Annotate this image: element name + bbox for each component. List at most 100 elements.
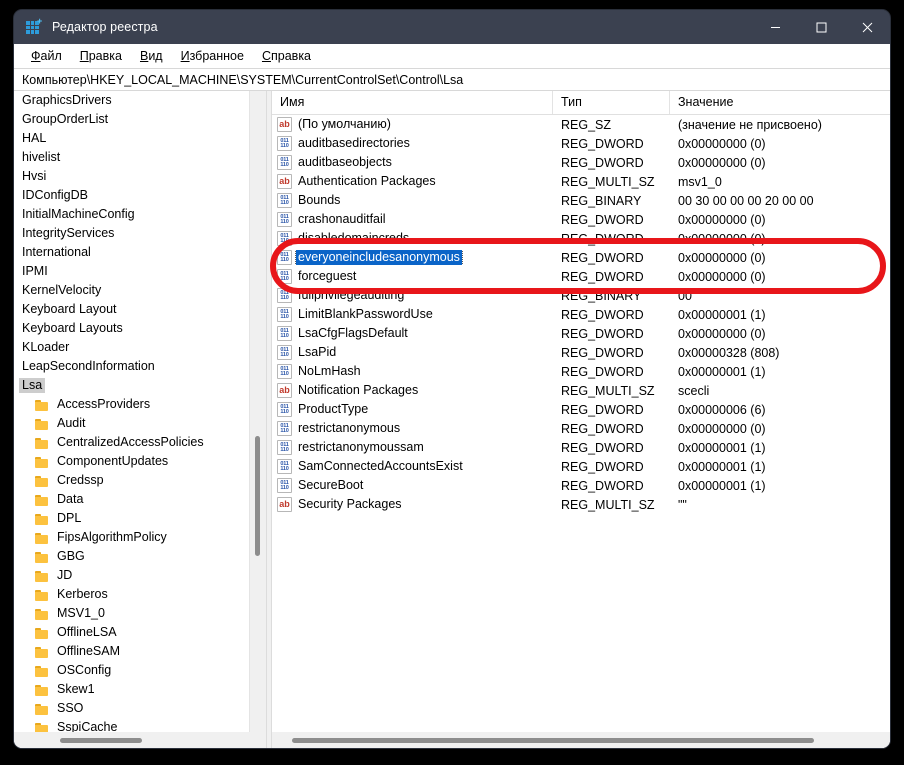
tree-item[interactable]: KernelVelocity <box>14 281 266 300</box>
tree-item[interactable]: GraphicsDrivers <box>14 91 266 110</box>
menu-help[interactable]: Справка <box>253 47 320 65</box>
column-header-value[interactable]: Значение <box>670 91 890 114</box>
menu-edit[interactable]: Правка <box>71 47 131 65</box>
tree-item-label: GraphicsDrivers <box>22 93 112 107</box>
tree-item[interactable]: IDConfigDB <box>14 186 266 205</box>
folder-icon <box>35 551 49 563</box>
tree-item[interactable]: Lsa <box>14 376 266 395</box>
tree-item[interactable]: SspiCache <box>14 718 266 732</box>
tree-item[interactable]: MSV1_0 <box>14 604 266 623</box>
binary-value-icon: 011 110 <box>277 231 292 246</box>
tree-item[interactable]: CentralizedAccessPolicies <box>14 433 266 452</box>
minimize-button[interactable] <box>752 10 798 44</box>
value-name-label: restrictanonymous <box>298 421 401 435</box>
value-row[interactable]: 011 110 forceguest REG_DWORD 0x00000000 (0) <box>272 267 890 286</box>
tree-item[interactable]: IPMI <box>14 262 266 281</box>
tree-item[interactable]: GBG <box>14 547 266 566</box>
window-controls <box>752 10 890 44</box>
value-name-label: everyoneincludesanonymous <box>295 250 463 265</box>
value-row[interactable]: 011 110 SecureBoot REG_DWORD 0x00000001 (1) <box>272 476 890 495</box>
tree-item[interactable]: ComponentUpdates <box>14 452 266 471</box>
tree-item[interactable]: International <box>14 243 266 262</box>
tree-item[interactable]: Keyboard Layout <box>14 300 266 319</box>
tree-item[interactable]: Hvsi <box>14 167 266 186</box>
tree-item[interactable]: HAL <box>14 129 266 148</box>
column-header-type[interactable]: Тип <box>553 91 670 114</box>
value-name-cell: ab Authentication Packages <box>272 174 553 189</box>
tree-item[interactable]: GroupOrderList <box>14 110 266 129</box>
tree-item[interactable]: IntegrityServices <box>14 224 266 243</box>
tree-item[interactable]: Kerberos <box>14 585 266 604</box>
tree-item[interactable]: Keyboard Layouts <box>14 319 266 338</box>
tree-item[interactable]: DPL <box>14 509 266 528</box>
tree-vertical-scrollbar[interactable] <box>249 91 266 732</box>
close-button[interactable] <box>844 10 890 44</box>
menu-favorites-accel: И <box>180 49 190 63</box>
value-row[interactable]: 011 110 LsaCfgFlagsDefault REG_DWORD 0x00000… <box>272 324 890 343</box>
content-area: GraphicsDrivers GroupOrderList HAL hivelist… <box>14 91 890 748</box>
value-row[interactable]: 011 110 crashonauditfail REG_DWORD 0x0000000… <box>272 210 890 229</box>
value-row[interactable]: 011 110 Bounds REG_BINARY 00 30 00 00 00 20 … <box>272 191 890 210</box>
value-type-cell: REG_DWORD <box>561 421 644 436</box>
tree-item-label: HAL <box>22 131 47 145</box>
value-name-cell: 011 110 crashonauditfail <box>272 212 553 227</box>
value-row[interactable]: 011 110 LsaPid REG_DWORD 0x00000328 (808) <box>272 343 890 362</box>
value-row[interactable]: 011 110 auditbasedirectories REG_DWORD 0x000… <box>272 134 890 153</box>
tree-item[interactable]: OSConfig <box>14 661 266 680</box>
tree-item[interactable]: Data <box>14 490 266 509</box>
tree-item[interactable]: Skew1 <box>14 680 266 699</box>
maximize-button[interactable] <box>798 10 844 44</box>
column-header-name[interactable]: Имя <box>272 91 553 114</box>
value-row[interactable]: 011 110 restrictanonymoussam REG_DWORD 0x000… <box>272 438 890 457</box>
menu-help-rest: правка <box>271 49 312 63</box>
tree-item[interactable]: OfflineSAM <box>14 642 266 661</box>
menu-favorites[interactable]: Избранное <box>172 47 253 65</box>
value-data-cell: 0x00000000 (0) <box>678 250 766 265</box>
value-row[interactable]: ab (По умолчанию) REG_SZ (значение не присв… <box>272 115 890 134</box>
value-data-cell: 0x00000001 (1) <box>678 307 766 322</box>
value-row[interactable]: 011 110 disabledomaincreds REG_DWORD 0x00000… <box>272 229 890 248</box>
tree-item[interactable]: LeapSecondInformation <box>14 357 266 376</box>
tree-item[interactable]: InitialMachineConfig <box>14 205 266 224</box>
address-bar[interactable]: Компьютер\HKEY_LOCAL_MACHINE\SYSTEM\Curr… <box>14 68 890 91</box>
tree-item[interactable]: Audit <box>14 414 266 433</box>
value-row[interactable]: 011 110 fullprivilegeauditing REG_BINARY 00 <box>272 286 890 305</box>
values-hscroll-thumb[interactable] <box>292 738 814 743</box>
value-data-cell: 0x00000001 (1) <box>678 478 766 493</box>
tree-item-label: SspiCache <box>57 720 118 732</box>
value-row[interactable]: ab Security Packages REG_MULTI_SZ "" <box>272 495 890 514</box>
binary-value-icon: 011 110 <box>277 269 292 284</box>
value-row[interactable]: 011 110 ProductType REG_DWORD 0x00000006 (6) <box>272 400 890 419</box>
value-name-cell: 011 110 everyoneincludesanonymous <box>272 250 553 265</box>
value-row[interactable]: ab Notification Packages REG_MULTI_SZ scecl… <box>272 381 890 400</box>
value-type-cell: REG_DWORD <box>561 136 644 151</box>
value-row[interactable]: 011 110 LimitBlankPasswordUse REG_DWORD 0x00… <box>272 305 890 324</box>
tree-item[interactable]: AccessProviders <box>14 395 266 414</box>
binary-value-icon: 011 110 <box>277 459 292 474</box>
tree-item-label: OfflineLSA <box>57 625 117 639</box>
tree-item-label: Keyboard Layouts <box>22 321 123 335</box>
value-row[interactable]: 011 110 NoLmHash REG_DWORD 0x00000001 (1) <box>272 362 890 381</box>
value-row[interactable]: 011 110 SamConnectedAccountsExist REG_DWORD… <box>272 457 890 476</box>
tree-scroll-thumb[interactable] <box>255 436 260 556</box>
folder-icon <box>35 494 49 506</box>
tree-item[interactable]: Credssp <box>14 471 266 490</box>
value-data-cell: 00 <box>678 288 692 303</box>
values-horizontal-scrollbar[interactable] <box>272 732 890 748</box>
value-row[interactable]: ab Authentication Packages REG_MULTI_SZ msv… <box>272 172 890 191</box>
value-name-label: LsaPid <box>298 345 337 359</box>
tree-item-label: KLoader <box>22 340 70 354</box>
value-row[interactable]: 011 110 everyoneincludesanonymous REG_DWORD… <box>272 248 890 267</box>
tree-item[interactable]: OfflineLSA <box>14 623 266 642</box>
tree-item[interactable]: FipsAlgorithmPolicy <box>14 528 266 547</box>
tree-item[interactable]: SSO <box>14 699 266 718</box>
value-row[interactable]: 011 110 restrictanonymous REG_DWORD 0x000000… <box>272 419 890 438</box>
tree-hscroll-thumb[interactable] <box>60 738 142 743</box>
tree-item[interactable]: KLoader <box>14 338 266 357</box>
menu-view[interactable]: Вид <box>131 47 172 65</box>
tree-item[interactable]: JD <box>14 566 266 585</box>
tree-horizontal-scrollbar[interactable] <box>14 732 266 748</box>
menu-file[interactable]: Файл <box>22 47 71 65</box>
value-row[interactable]: 011 110 auditbaseobjects REG_DWORD 0x0000000… <box>272 153 890 172</box>
tree-item[interactable]: hivelist <box>14 148 266 167</box>
